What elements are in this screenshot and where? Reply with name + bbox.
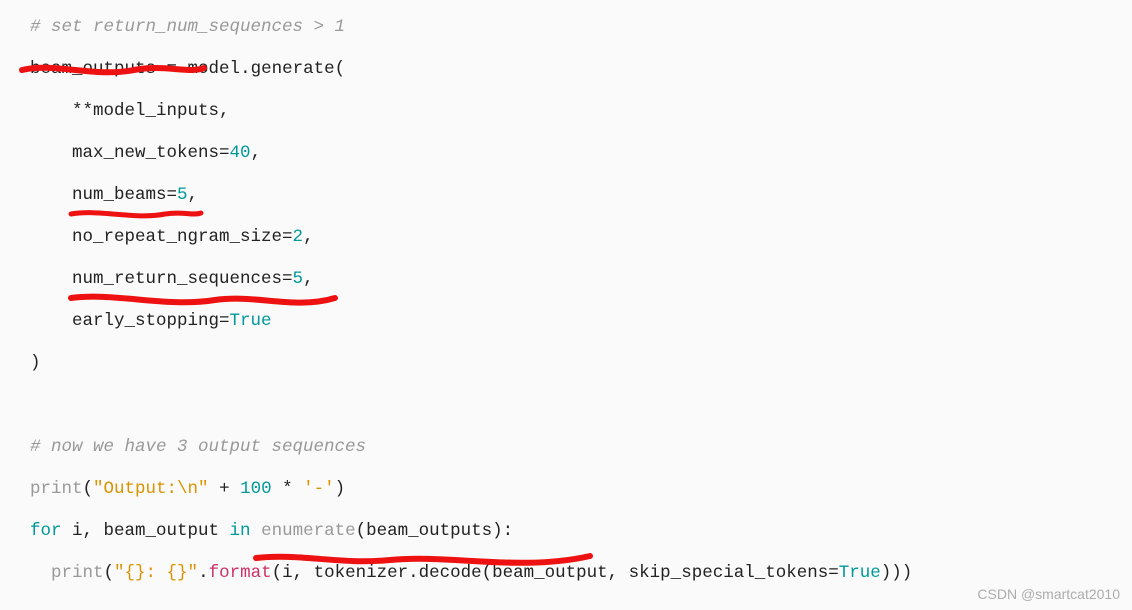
code-text	[251, 521, 262, 541]
code-string: "Output:\n"	[93, 479, 209, 499]
code-number: 100	[240, 479, 272, 499]
code-text: )	[335, 479, 346, 499]
code-text: ,	[219, 101, 230, 121]
code-number: 5	[293, 269, 304, 289]
code-text: )))	[881, 563, 913, 583]
code-text: (i, tokenizer	[272, 563, 409, 583]
code-func: format	[209, 563, 272, 583]
code-number: 5	[177, 185, 188, 205]
code-text	[30, 563, 51, 583]
code-text: (beam_outputs):	[356, 521, 514, 541]
code-block: # set return_num_sequences > 1 beam_outp…	[0, 0, 1132, 600]
code-keyword: for	[30, 521, 62, 541]
code-text: early_stopping=	[30, 311, 230, 331]
code-text: .	[240, 59, 251, 79]
code-builtin: print	[51, 563, 104, 583]
code-number: 2	[293, 227, 304, 247]
code-text: =	[167, 59, 178, 79]
code-text: decode	[419, 563, 482, 583]
code-comment: # now we have 3 output sequences	[30, 437, 366, 457]
code-keyword: in	[230, 521, 251, 541]
code-text: num_beams=	[30, 185, 177, 205]
code-text: no_repeat_ngram_size=	[30, 227, 293, 247]
code-builtin: enumerate	[261, 521, 356, 541]
code-text: i, beam_output	[62, 521, 230, 541]
code-comment: # set return_num_sequences > 1	[30, 17, 345, 37]
code-text: ,	[303, 269, 314, 289]
code-text: +	[209, 479, 241, 499]
code-text: model	[177, 59, 240, 79]
code-keyword: True	[230, 311, 272, 331]
code-number: 40	[230, 143, 251, 163]
code-text: ,	[251, 143, 262, 163]
code-text: )	[30, 353, 41, 373]
code-text: (	[104, 563, 115, 583]
code-text: beam_outputs	[30, 59, 167, 79]
watermark: CSDN @smartcat2010	[977, 586, 1120, 602]
code-text: *	[272, 479, 304, 499]
code-text: generate	[251, 59, 335, 79]
code-text: .	[198, 563, 209, 583]
code-text: ,	[188, 185, 199, 205]
code-text: max_new_tokens=	[30, 143, 230, 163]
code-text: (beam_output, skip_special_tokens=	[482, 563, 839, 583]
code-text: (	[83, 479, 94, 499]
code-text: num_return_sequences=	[30, 269, 293, 289]
code-text: **model_inputs	[30, 101, 219, 121]
code-string: "{}: {}"	[114, 563, 198, 583]
code-string: '-'	[303, 479, 335, 499]
code-text: .	[408, 563, 419, 583]
code-text: (	[335, 59, 346, 79]
code-builtin: print	[30, 479, 83, 499]
code-keyword: True	[839, 563, 881, 583]
code-text: ,	[303, 227, 314, 247]
